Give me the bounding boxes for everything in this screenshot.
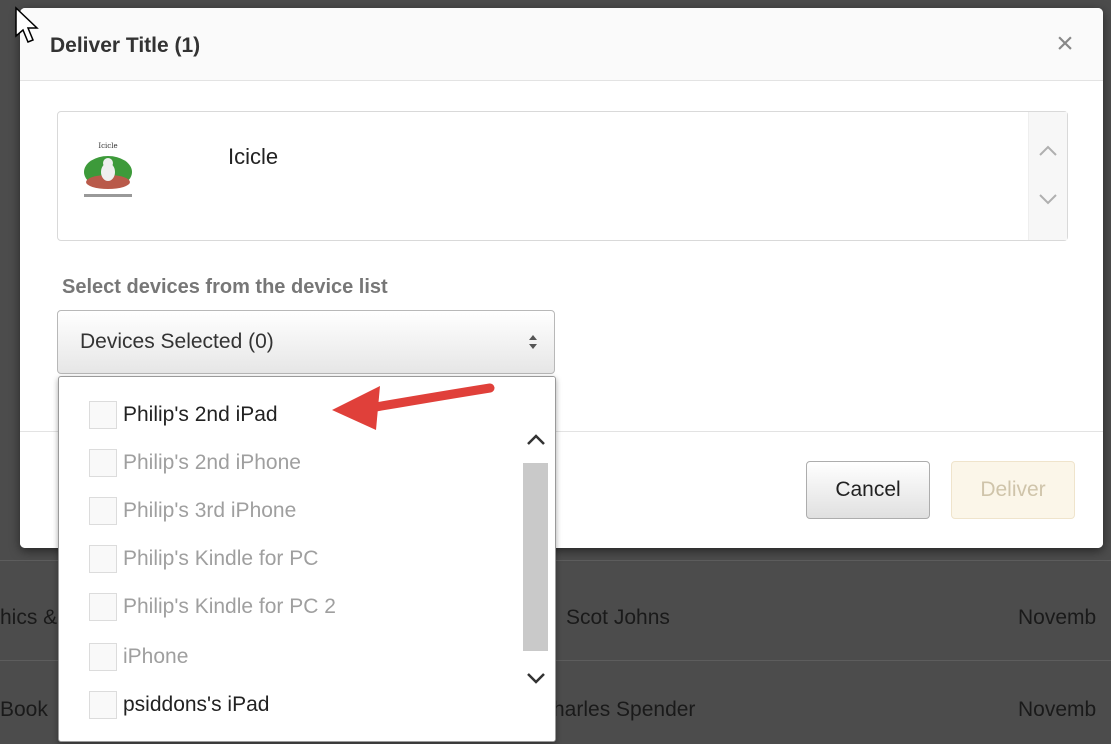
dialog-header: Deliver Title (1) × [20, 8, 1103, 81]
close-button[interactable]: × [1049, 26, 1081, 62]
dialog-title: Deliver Title (1) [50, 34, 201, 57]
chevron-down-icon[interactable] [1037, 188, 1059, 210]
device-option-label: psiddons's iPad [123, 693, 270, 716]
row-author: harles Spender [553, 698, 696, 721]
title-list-scrollbar[interactable] [1028, 112, 1067, 240]
device-option-label: iPhone [123, 645, 189, 668]
device-checkbox [89, 643, 117, 671]
device-checkbox [89, 497, 117, 525]
device-checkbox [89, 449, 117, 477]
book-title: Icicle [228, 144, 279, 169]
device-checkbox [89, 593, 117, 621]
scroll-down-icon[interactable] [525, 667, 547, 689]
device-select-value: Devices Selected (0) [80, 330, 274, 353]
device-select[interactable]: Devices Selected (0) [57, 310, 555, 374]
select-caret-icon [529, 335, 537, 349]
book-cover-icon: Icicle [76, 138, 140, 202]
row-date: Novemb [1018, 698, 1097, 721]
scrollbar-thumb[interactable] [523, 463, 548, 651]
deliver-button: Deliver [951, 461, 1075, 519]
cancel-button[interactable]: Cancel [806, 461, 930, 519]
device-option-label: Philip's 2nd iPhone [123, 451, 301, 474]
device-option-label: Philip's Kindle for PC 2 [123, 595, 336, 618]
device-checkbox[interactable] [89, 691, 117, 719]
svg-text:Icicle: Icicle [98, 142, 117, 150]
device-option-label: Philip's 3rd iPhone [123, 499, 297, 522]
device-option-label: Philip's 2nd iPad [123, 403, 278, 426]
row-title: hics & [0, 606, 58, 629]
device-checkbox[interactable] [89, 401, 117, 429]
chevron-up-icon[interactable] [1037, 140, 1059, 162]
mouse-pointer-icon [15, 6, 39, 43]
scroll-up-icon[interactable] [525, 429, 547, 451]
annotation-arrow-icon [332, 383, 495, 430]
row-date: Novemb [1018, 606, 1097, 629]
device-list-label: Select devices from the device list [62, 276, 388, 298]
device-checkbox [89, 545, 117, 573]
device-option-label: Philip's Kindle for PC [123, 547, 319, 570]
title-list: Icicle Icicle [57, 111, 1068, 241]
dropdown-scrollbar[interactable] [519, 377, 555, 741]
row-title: Book [0, 698, 48, 721]
row-author: Scot Johns [566, 606, 670, 629]
